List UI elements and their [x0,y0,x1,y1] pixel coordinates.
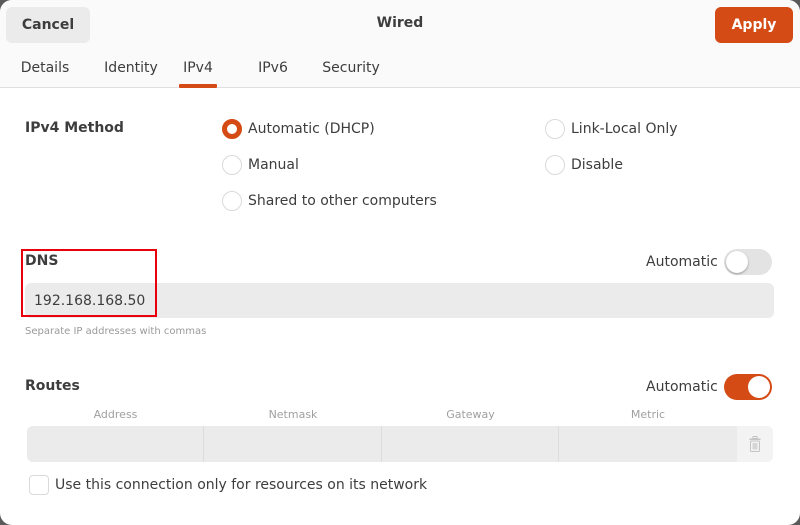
route-address-input[interactable] [27,426,204,462]
toggle-knob [725,251,748,273]
ipv4-method-label: IPv4 Method [25,120,124,136]
radio-indicator [222,191,242,211]
column-header-address: Address [93,408,138,421]
tab-ipv6[interactable]: IPv6 [257,52,289,88]
tab-identity[interactable]: Identity [103,52,159,88]
radio-indicator [545,119,565,139]
header-bar: Cancel Wired Apply Details Identity IPv4… [0,0,800,88]
dns-hint: Separate IP addresses with commas [25,326,207,337]
radio-indicator [222,155,242,175]
dns-automatic-row: Automatic [646,249,772,275]
dns-automatic-toggle[interactable] [723,249,772,275]
tab-ipv4[interactable]: IPv4 [179,52,217,88]
radio-label: Disable [571,157,623,173]
tab-details[interactable]: Details [20,52,70,88]
radio-automatic-dhcp[interactable]: Automatic (DHCP) [222,118,375,140]
column-header-netmask: Netmask [268,408,318,421]
radio-disable[interactable]: Disable [545,154,623,176]
trash-icon [749,436,761,452]
only-local-resources-row[interactable]: Use this connection only for resources o… [29,475,427,495]
radio-indicator [222,119,242,139]
only-local-resources-label: Use this connection only for resources o… [55,477,428,493]
routes-automatic-toggle[interactable] [723,374,772,400]
dns-label: DNS [25,253,59,269]
radio-label: Manual [248,157,299,173]
toggle-knob [747,376,770,398]
routes-automatic-row: Automatic [646,374,772,400]
routes-label: Routes [25,378,80,394]
only-local-resources-checkbox[interactable] [29,475,49,495]
radio-indicator [545,155,565,175]
radio-link-local-only[interactable]: Link-Local Only [545,118,678,140]
tab-bar: Details Identity IPv4 IPv6 Security [0,52,800,88]
radio-label: Automatic (DHCP) [248,121,375,137]
tab-security[interactable]: Security [322,52,380,88]
route-gateway-input[interactable] [382,426,559,462]
route-row [27,426,773,462]
radio-shared[interactable]: Shared to other computers [222,190,437,212]
dns-input[interactable]: 192.168.168.50 [25,283,774,318]
apply-button[interactable]: Apply [715,7,793,43]
radio-manual[interactable]: Manual [222,154,299,176]
column-header-metric: Metric [630,408,666,421]
wired-settings-dialog: Cancel Wired Apply Details Identity IPv4… [0,0,800,525]
column-header-gateway: Gateway [446,408,495,421]
dialog-title: Wired [376,15,424,31]
route-metric-input[interactable] [559,426,737,462]
radio-label: Link-Local Only [571,121,678,137]
dns-automatic-label: Automatic [646,254,718,270]
routes-automatic-label: Automatic [646,379,718,395]
radio-label: Shared to other computers [248,193,437,209]
delete-route-button[interactable] [737,426,773,462]
route-netmask-input[interactable] [204,426,382,462]
